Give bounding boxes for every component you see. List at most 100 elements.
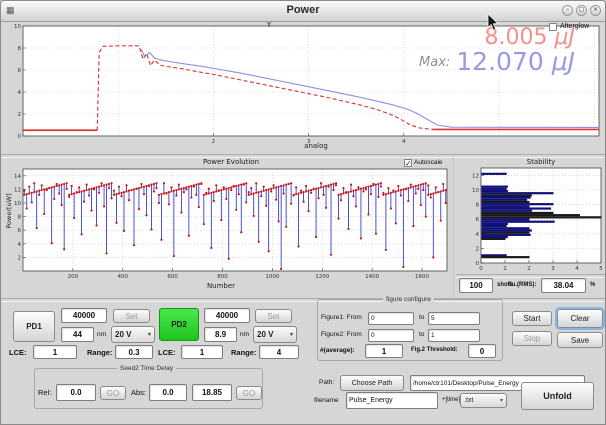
power-evolution-title: Power Evolution — [141, 158, 321, 166]
pd1-range-select[interactable]: 20 V ▾ — [111, 326, 155, 343]
pd2-lce-label: LCE: — [158, 348, 176, 357]
figure2-to-label: to — [419, 331, 424, 338]
svg-text:8: 8 — [18, 46, 22, 52]
threshold-label: Fig.2 Threshold: — [411, 347, 458, 353]
svg-text:2: 2 — [18, 112, 22, 118]
pd1-lce-input[interactable]: 1 — [33, 345, 77, 359]
filename-label: filename — [314, 397, 339, 404]
svg-text:4: 4 — [18, 242, 22, 248]
svg-text:10: 10 — [14, 201, 21, 207]
pd1-nm-label: nm — [97, 331, 106, 338]
pd1-button[interactable]: PD1 — [13, 311, 55, 342]
pd1-range-label: Range: — [87, 348, 112, 357]
path-label: Path: — [319, 379, 334, 386]
figure1-from-input[interactable]: 0 — [368, 312, 414, 325]
abs-input[interactable]: 0.0 — [149, 384, 187, 401]
stability-plot: 012345024681012 — [456, 156, 606, 274]
mid-divider — [453, 157, 454, 297]
figure1-xlabel: analog — [284, 142, 348, 150]
figure1-range-label: Figure1: From — [321, 314, 362, 321]
maximize-button[interactable]: ▢ — [576, 5, 587, 16]
chevron-down-icon: ▾ — [148, 331, 151, 338]
rel-go-button[interactable]: GO — [100, 386, 126, 400]
svg-text:0: 0 — [476, 261, 480, 267]
extension-select[interactable]: .txt ▾ — [460, 393, 507, 408]
autoscale-checkbox[interactable]: ✓ — [404, 159, 412, 167]
svg-text:3: 3 — [551, 266, 555, 272]
pd2-button[interactable]: PD2 — [159, 308, 199, 341]
pd2-range-input[interactable]: 4 — [259, 345, 299, 359]
average-input[interactable]: 1 — [365, 344, 403, 358]
svg-text:8: 8 — [18, 215, 22, 221]
close-button[interactable]: ✕ — [590, 5, 601, 16]
pd1-range-input[interactable]: 0.3 — [115, 345, 153, 359]
average-label: #(average): — [320, 347, 355, 354]
pd2-range-select[interactable]: 20 V ▾ — [253, 326, 297, 343]
start-button[interactable]: Start — [512, 311, 552, 326]
svg-text:10: 10 — [14, 24, 21, 30]
svg-text:5: 5 — [599, 266, 603, 272]
seed2-group-title: Seed2 Time Delay — [117, 365, 176, 372]
svg-text:12: 12 — [14, 187, 21, 193]
pd2-range-value: 20 V — [257, 330, 273, 339]
pd2-nm-label: nm — [240, 331, 249, 338]
svg-text:10: 10 — [472, 188, 479, 194]
svg-text:0: 0 — [479, 266, 483, 272]
figure-configure-title: figure configure — [383, 296, 434, 303]
svg-text:600: 600 — [167, 274, 178, 280]
power-evolution-xlabel: Number — [181, 282, 261, 290]
figure2-from-input[interactable]: 0 — [368, 329, 414, 342]
save-button[interactable]: Save — [557, 332, 603, 348]
pd2-set-input[interactable]: 40000 — [204, 308, 250, 323]
window-title: Power — [1, 4, 605, 16]
pd1-set-input[interactable]: 40000 — [61, 308, 107, 323]
power-evolution-ylabel: Power[uW] — [5, 181, 13, 241]
autoscale-checkbox-label: Autoscale — [414, 159, 443, 166]
stop-button[interactable]: Stop — [512, 331, 552, 346]
figure2-to-input[interactable]: 1 — [428, 329, 480, 342]
rel-label: Rel: — [38, 388, 51, 397]
titlebar[interactable]: ▦ Power − ▢ ✕ — [1, 1, 605, 22]
pd1-set-button[interactable]: Set — [113, 309, 150, 323]
svg-text:4: 4 — [575, 266, 579, 272]
separator-bottom — [1, 298, 605, 302]
unfold-button[interactable]: Unfold — [521, 382, 594, 410]
pd1-nm-input[interactable]: 44 — [61, 327, 94, 342]
svg-text:2: 2 — [527, 266, 531, 272]
power-evolution-plot: 20040060080010001200140016002468101214 — [1, 156, 456, 297]
chevron-down-icon: ▾ — [290, 331, 293, 338]
minimize-button[interactable]: − — [562, 5, 573, 16]
abs-go-button[interactable]: GO — [236, 386, 262, 400]
pd2-nm-input[interactable]: 8.9 — [204, 327, 237, 342]
extension-value: .txt — [464, 397, 473, 404]
svg-text:6: 6 — [476, 217, 480, 223]
svg-text:1600: 1600 — [415, 274, 429, 280]
rel-input[interactable]: 0.0 — [56, 384, 96, 401]
svg-text:4: 4 — [18, 90, 22, 96]
mouse-cursor — [487, 14, 500, 32]
max-energy-value: Max:12.070 μJ — [419, 49, 575, 74]
threshold-input[interactable]: 0 — [468, 344, 496, 358]
svg-text:1200: 1200 — [315, 274, 329, 280]
svg-text:4: 4 — [402, 139, 406, 145]
rms-input[interactable]: 38.04 — [541, 278, 586, 293]
figure1-to-input[interactable]: 5 — [428, 312, 480, 325]
svg-text:2: 2 — [212, 139, 216, 145]
shots-input[interactable]: 100 — [459, 278, 493, 293]
power-window: ▦ Power − ▢ ✕ 2340246810 Y analog Afterg… — [0, 0, 606, 425]
abs-readout[interactable]: 18.85 — [192, 384, 232, 401]
pd2-lce-input[interactable]: 1 — [181, 345, 223, 359]
pd2-set-button[interactable]: Set — [255, 309, 292, 323]
clear-button[interactable]: Clear — [557, 309, 603, 328]
filename-input[interactable]: Pulse_Energy — [346, 392, 438, 409]
svg-text:4: 4 — [476, 232, 480, 238]
svg-text:1400: 1400 — [365, 274, 379, 280]
pd1-range-value: 20 V — [115, 330, 131, 339]
chevron-down-icon: ▾ — [500, 397, 503, 404]
percent-label: % — [590, 282, 595, 288]
choose-path-button[interactable]: Choose Path — [340, 375, 404, 391]
svg-text:0: 0 — [18, 134, 22, 140]
energy-readout: 8.005 μJ Max:12.070 μJ — [419, 27, 575, 74]
figure1-to-label: to — [419, 314, 424, 321]
svg-text:1: 1 — [503, 266, 507, 272]
